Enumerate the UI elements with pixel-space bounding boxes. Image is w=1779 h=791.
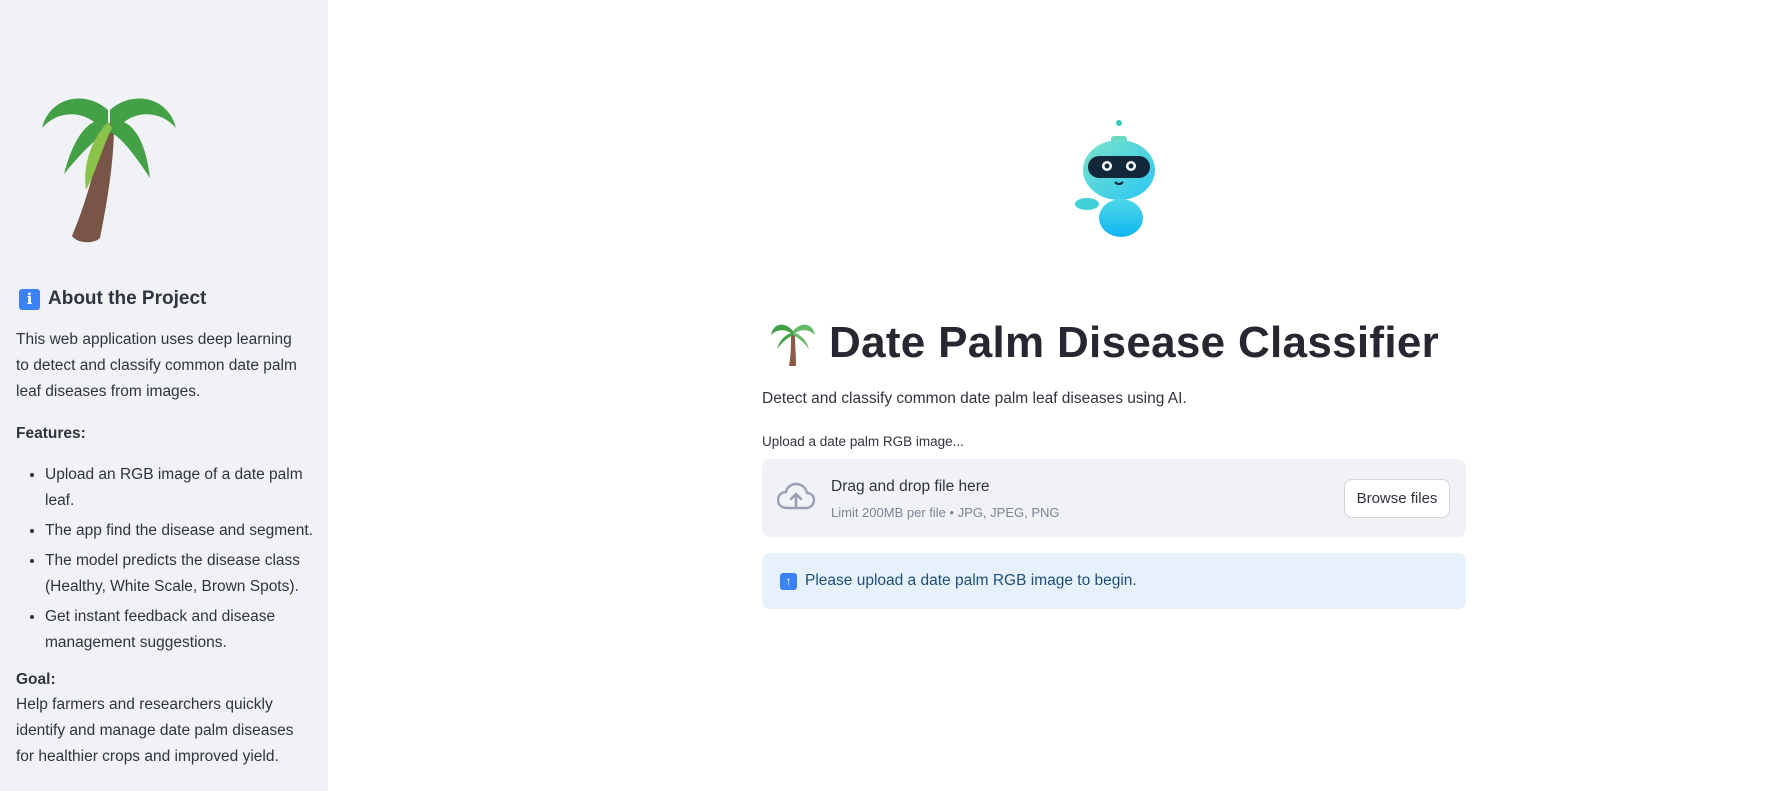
about-heading: i About the Project: [19, 288, 206, 310]
robot-icon: [1075, 120, 1155, 237]
cloud-upload-icon: [777, 482, 815, 510]
dropzone-instructions: Drag and drop file here: [831, 478, 990, 495]
palm-tree-icon: [42, 98, 176, 243]
dropzone-limit-text: Limit 200MB per file • JPG, JPEG, PNG: [831, 505, 1060, 520]
feature-item: The model predicts the disease class (He…: [45, 548, 316, 600]
about-heading-text: About the Project: [48, 288, 207, 309]
browse-files-button[interactable]: Browse files: [1344, 479, 1450, 518]
feature-item: Upload an RGB image of a date palm leaf.: [45, 462, 316, 514]
info-alert: ↑ Please upload a date palm RGB image to…: [762, 553, 1466, 609]
title-row: Date Palm Disease Classifier: [771, 318, 1439, 368]
up-arrow-icon: ↑: [780, 572, 797, 590]
features-label: Features:: [16, 425, 86, 442]
sidebar: i About the Project This web application…: [0, 0, 328, 791]
goal-text: Help farmers and researchers quickly ide…: [16, 696, 294, 765]
page-title: Date Palm Disease Classifier: [829, 318, 1440, 367]
page-subtitle: Detect and classify common date palm lea…: [762, 390, 1187, 407]
about-intro: This web application uses deep learning …: [16, 331, 297, 400]
features-list: Upload an RGB image of a date palm leaf.…: [16, 462, 316, 660]
feature-item: The app find the disease and segment.: [45, 518, 316, 544]
palm-tree-icon: [771, 324, 815, 366]
goal-label: Goal:: [16, 671, 56, 688]
info-icon: i: [19, 288, 40, 310]
file-dropzone[interactable]: Drag and drop file here Limit 200MB per …: [762, 459, 1466, 537]
feature-item: Get instant feedback and disease managem…: [45, 604, 316, 656]
info-alert-text: Please upload a date palm RGB image to b…: [805, 572, 1137, 589]
uploader-label: Upload a date palm RGB image...: [762, 434, 964, 449]
